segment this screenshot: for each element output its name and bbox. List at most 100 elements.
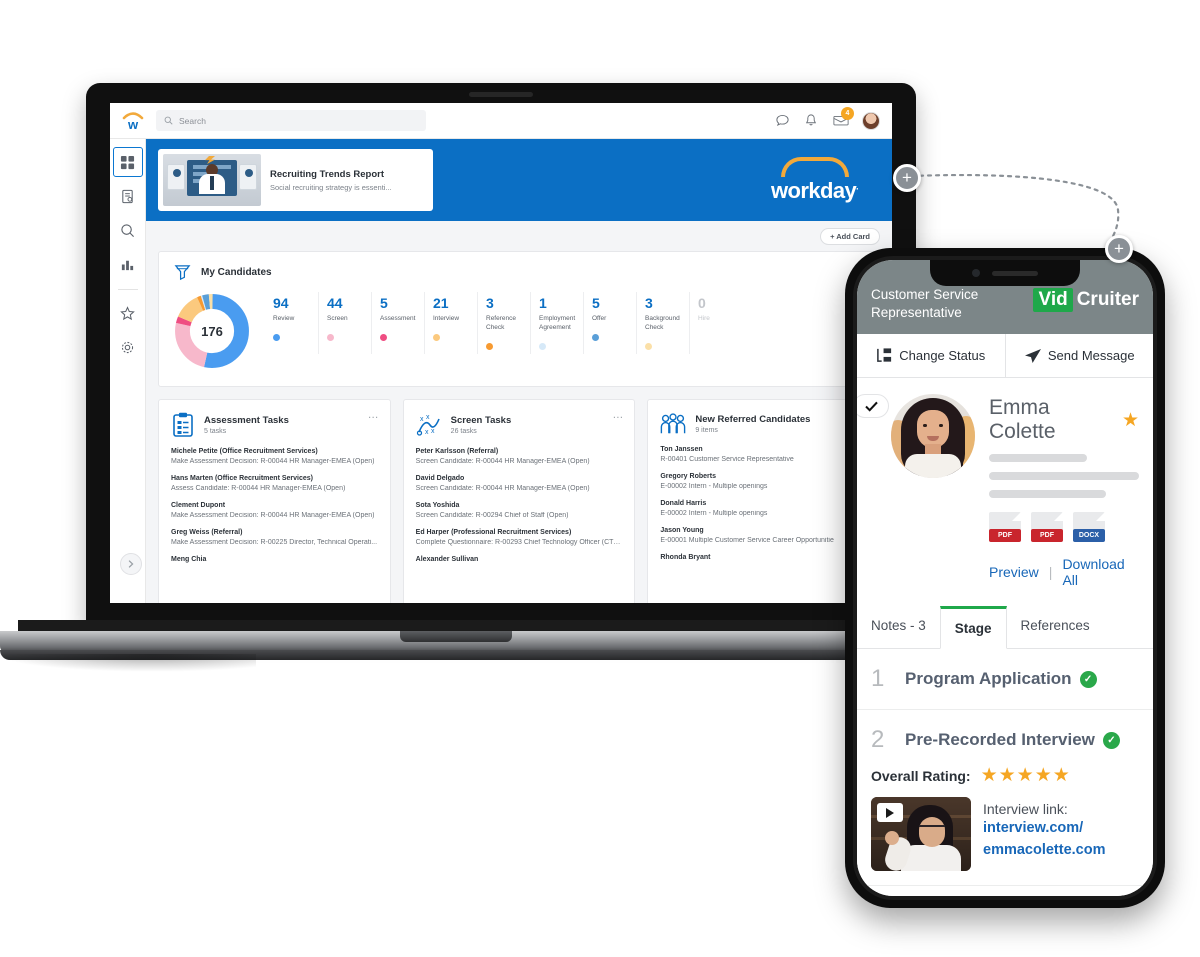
attachment-pdf-1[interactable]: PDF [989,512,1021,542]
stat-color-dot [433,333,440,341]
tab-notes[interactable]: Notes - 3 [857,606,940,648]
svg-text:x: x [425,429,429,436]
bell-icon[interactable] [804,113,819,128]
add-card-button[interactable]: + Add Card [820,227,880,245]
search-input[interactable]: Search [156,110,426,131]
sidebar-item-discovery[interactable] [113,215,143,245]
card-menu-button[interactable]: … [368,409,380,421]
download-all-link[interactable]: Download All [1062,556,1139,588]
stage-complete-icon: ✓ [1102,731,1120,749]
task-item[interactable]: Sota Yoshida Screen Candidate: R-00294 Ch… [416,502,623,519]
laptop-screen: w Search 4 Recruiting Trends Report Soci… [110,103,892,603]
hero-banner: Recruiting Trends Report Social recruiti… [146,139,892,221]
send-message-button[interactable]: Send Message [1004,334,1154,377]
play-icon[interactable] [877,803,903,822]
task-item[interactable]: Peter Karlsson (Referral) Screen Candidat… [416,448,623,465]
stat-offer[interactable]: 5 Offer [583,292,636,354]
stat-reference-check[interactable]: 3 Reference Check [477,292,530,354]
stage-complete-icon: ✓ [1079,670,1097,688]
phone-shell: Customer Service Representative Vid Crui… [845,248,1165,908]
card-title: New Referred Candidates [695,414,811,425]
sidebar-item-favorites[interactable] [113,298,143,328]
assessment-tasks-card: … Assessment Tasks 5 tasks Michele Petit… [158,399,391,603]
card-menu-button[interactable]: … [612,409,624,421]
workday-wordmark: workday. [771,156,859,204]
plus-icon: + [1114,239,1124,258]
stat-review[interactable]: 94 Review [265,292,318,354]
preview-link[interactable]: Preview [989,564,1039,580]
sidebar-expand-button[interactable] [120,553,142,575]
task-item[interactable]: Meng Chia [171,556,378,563]
interview-link-line1[interactable]: interview.com/ [983,819,1139,839]
add-integration-laptop-button[interactable]: + [893,164,921,192]
stat-label: Assessment [380,315,416,322]
task-desc: R-00401 Customer Service Representative [660,456,794,463]
stat-color-dot [645,342,652,350]
attachment-docx[interactable]: DOCX [1073,512,1105,542]
task-name: David Delgado [415,475,465,482]
workday-body: Recruiting Trends Report Social recruiti… [110,139,892,603]
task-item[interactable]: Hans Marten (Office Recruitment Services… [171,475,378,492]
interview-video-thumbnail[interactable] [871,797,971,871]
donut-total-value: 176 [192,311,232,351]
vidcruiter-logo: Vid Cruiter [1033,288,1139,312]
stage-item-job-specific-skills-test[interactable]: 3 Job-Specific Skills Test [857,886,1153,896]
recruiting-trends-card[interactable]: Recruiting Trends Report Social recruiti… [158,149,433,211]
stat-assessment[interactable]: 5 Assessment [371,292,424,354]
phone-screen: Customer Service Representative Vid Crui… [857,260,1153,896]
task-item[interactable]: Clement Dupont Make Assessment Decision: … [171,502,378,519]
stat-color-dot [273,333,280,341]
task-item[interactable]: Donald Harris E-00002 Intern - Multiple o… [660,500,867,517]
task-item[interactable]: Greg Weiss (Referral) Make Assessment Dec… [171,529,378,546]
attachment-pdf-2[interactable]: PDF [1031,512,1063,542]
workday-arc-icon [780,156,849,177]
stage-item-program-application[interactable]: 1 Program Application ✓ [857,649,1153,710]
stage-item-pre-recorded-interview[interactable]: 2 Pre-Recorded Interview ✓ [857,710,1153,760]
change-status-button[interactable]: Change Status [857,334,1005,377]
workday-w-logo[interactable]: w [118,108,148,134]
phone-action-bar: Change Status Send Message [857,334,1153,378]
rating-stars[interactable]: ★★★★★ [981,764,1071,787]
task-item[interactable]: Jason Young E-00001 Multiple Customer Ser… [660,527,867,544]
chat-icon[interactable] [775,113,790,128]
svg-text:x: x [431,428,435,435]
candidate-select-checkbox[interactable] [857,394,889,418]
task-item[interactable]: Michele Petite (Office Recruitment Servi… [171,448,378,465]
task-item[interactable]: Ed Harper (Professional Recruitment Serv… [416,529,623,546]
stat-screen[interactable]: 44 Screen [318,292,371,354]
change-status-icon [877,348,892,362]
stat-color-dot [592,333,599,341]
candidate-profile: Emma Colette ★ PDF PDF DOCX Preview | Do… [857,378,1153,602]
task-item[interactable]: Alexander Sullivan [416,556,623,563]
tab-stage[interactable]: Stage [939,606,1007,649]
task-item[interactable]: David Delgado Screen Candidate: R-00044 H… [416,475,623,492]
stage-name-row: Pre-Recorded Interview ✓ [905,730,1120,750]
favorite-star-icon[interactable]: ★ [1122,409,1139,432]
candidates-stats-row: 176 94 Review 44 Screen 5 Assessment 21 … [159,288,879,386]
sidebar-item-reports[interactable] [113,181,143,211]
sidebar-item-dashboard[interactable] [112,147,143,177]
card-title: Recruiting Trends Report [270,168,385,180]
interview-link-line2[interactable]: emmacolette.com [983,841,1139,861]
avatar[interactable] [862,111,880,130]
sidebar-item-analytics[interactable] [113,249,143,279]
task-item[interactable]: Rhonda Bryant [660,554,867,561]
stat-hire[interactable]: 0 Hire [689,292,742,354]
stat-employment-agreement[interactable]: 1 Employment Agreement [530,292,583,354]
stat-number: 44 [327,295,343,311]
link-separator: | [1048,564,1053,580]
task-item[interactable]: Ton Janssen R-00401 Customer Service Repr… [660,446,867,463]
stat-label: Hire [698,315,710,322]
tab-references[interactable]: References [1007,606,1104,648]
overall-rating-label: Overall Rating: [871,767,971,784]
stat-interview[interactable]: 21 Interview [424,292,477,354]
task-cards-row: … Assessment Tasks 5 tasks Michele Petit… [146,387,892,603]
task-item[interactable]: Gregory Roberts E-00002 Intern - Multiple… [660,473,867,490]
inbox-icon[interactable]: 4 [833,107,854,128]
add-integration-phone-button[interactable]: + [1105,235,1133,263]
stat-background-check[interactable]: 3 Background Check [636,292,689,354]
task-name: Peter Karlsson (Referral) [415,448,499,455]
task-name: Donald Harris [660,500,707,507]
sidebar-item-settings[interactable] [113,332,143,362]
phone-inner-frame: Customer Service Representative Vid Crui… [853,256,1157,900]
